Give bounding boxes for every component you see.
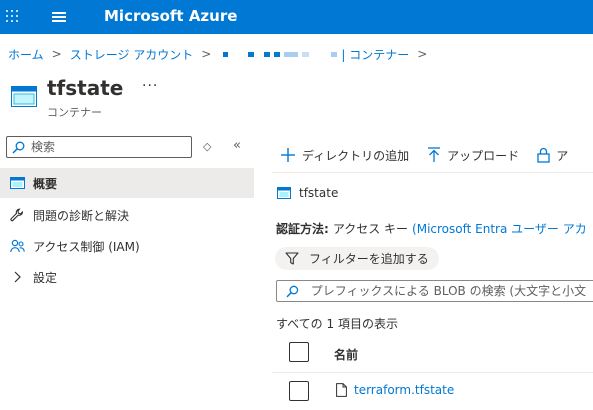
container-icon xyxy=(9,175,25,191)
chevron-right-icon: > xyxy=(417,47,428,61)
brand-title[interactable]: Microsoft Azure xyxy=(104,7,237,25)
sidebar-item-label: 概要 xyxy=(33,176,58,191)
container-icon xyxy=(277,187,291,199)
switch-auth-link[interactable]: (Microsoft Entra ユーザー アカ xyxy=(412,222,587,236)
column-header-name[interactable]: 名前 xyxy=(334,346,358,363)
breadcrumb: ホーム > ストレージ アカウント > | コンテナー > xyxy=(8,45,435,63)
wrench-icon xyxy=(9,207,25,223)
top-bar: Microsoft Azure xyxy=(0,0,593,34)
command-bar: ディレクトリの追加 アップロード ア xyxy=(280,146,586,164)
more-options-icon[interactable]: ··· xyxy=(142,78,158,94)
file-name-link[interactable]: terraform.tfstate xyxy=(354,383,454,397)
chevron-right-icon xyxy=(9,269,25,285)
waffle-icon[interactable] xyxy=(6,10,20,24)
lock-label: ア xyxy=(556,148,569,163)
item-count: すべての 1 項目の表示 xyxy=(276,317,398,331)
sidebar-item-label: アクセス制御 (IAM) xyxy=(33,239,140,254)
sidebar-item-label: 問題の診断と解決 xyxy=(33,208,130,223)
container-info: tfstate xyxy=(277,186,338,200)
sidebar-search[interactable] xyxy=(6,136,192,158)
sidebar-search-input[interactable] xyxy=(31,140,181,154)
select-all-checkbox[interactable] xyxy=(289,342,309,362)
collapse-sidebar-icon[interactable]: « xyxy=(233,138,241,153)
plus-icon xyxy=(280,147,296,163)
chevron-right-icon: > xyxy=(201,47,212,61)
upload-icon xyxy=(427,147,441,163)
breadcrumb-containers[interactable]: | コンテナー xyxy=(341,46,409,63)
chevron-right-icon: > xyxy=(51,47,62,61)
hamburger-icon[interactable] xyxy=(52,12,68,22)
page-subtitle: コンテナー xyxy=(47,106,102,119)
search-icon xyxy=(286,285,299,297)
sort-icon[interactable]: ◇ xyxy=(203,140,211,153)
row-divider xyxy=(272,372,593,373)
blob-search[interactable] xyxy=(276,280,593,302)
people-icon xyxy=(9,238,25,254)
auth-method: 認証方法: アクセス キー (Microsoft Entra ユーザー アカ xyxy=(276,220,587,237)
auth-value: アクセス キー xyxy=(332,222,409,236)
upload-button[interactable]: アップロード xyxy=(427,147,519,164)
sidebar-item-label: 設定 xyxy=(33,270,58,285)
upload-label: アップロード xyxy=(447,148,520,163)
add-directory-label: ディレクトリの追加 xyxy=(302,148,410,163)
filter-label: フィルターを追加する xyxy=(309,252,429,266)
search-icon xyxy=(12,141,25,154)
divider xyxy=(272,172,593,173)
lock-icon xyxy=(537,147,550,163)
breadcrumb-home[interactable]: ホーム xyxy=(8,46,44,63)
breadcrumb-redacted-account[interactable] xyxy=(223,51,338,57)
breadcrumb-storage-accounts[interactable]: ストレージ アカウント xyxy=(70,46,194,63)
filter-icon xyxy=(285,252,299,265)
page-title: tfstate xyxy=(47,76,124,100)
blob-search-input[interactable] xyxy=(310,284,593,298)
add-directory-button[interactable]: ディレクトリの追加 xyxy=(280,147,409,164)
row-checkbox[interactable] xyxy=(289,381,309,401)
lock-button[interactable]: ア xyxy=(537,147,568,164)
container-name: tfstate xyxy=(299,186,339,200)
sidebar-item-overview[interactable]: 概要 xyxy=(0,168,254,198)
auth-label: 認証方法: xyxy=(276,222,329,236)
sidebar-item-iam[interactable]: アクセス制御 (IAM) xyxy=(0,231,254,261)
sidebar-item-diagnose[interactable]: 問題の診断と解決 xyxy=(0,200,254,230)
sidebar-item-settings[interactable]: 設定 xyxy=(0,262,254,292)
file-icon xyxy=(336,383,347,397)
table-row[interactable]: terraform.tfstate xyxy=(336,383,454,397)
container-icon xyxy=(11,86,37,107)
add-filter-button[interactable]: フィルターを追加する xyxy=(275,247,439,270)
